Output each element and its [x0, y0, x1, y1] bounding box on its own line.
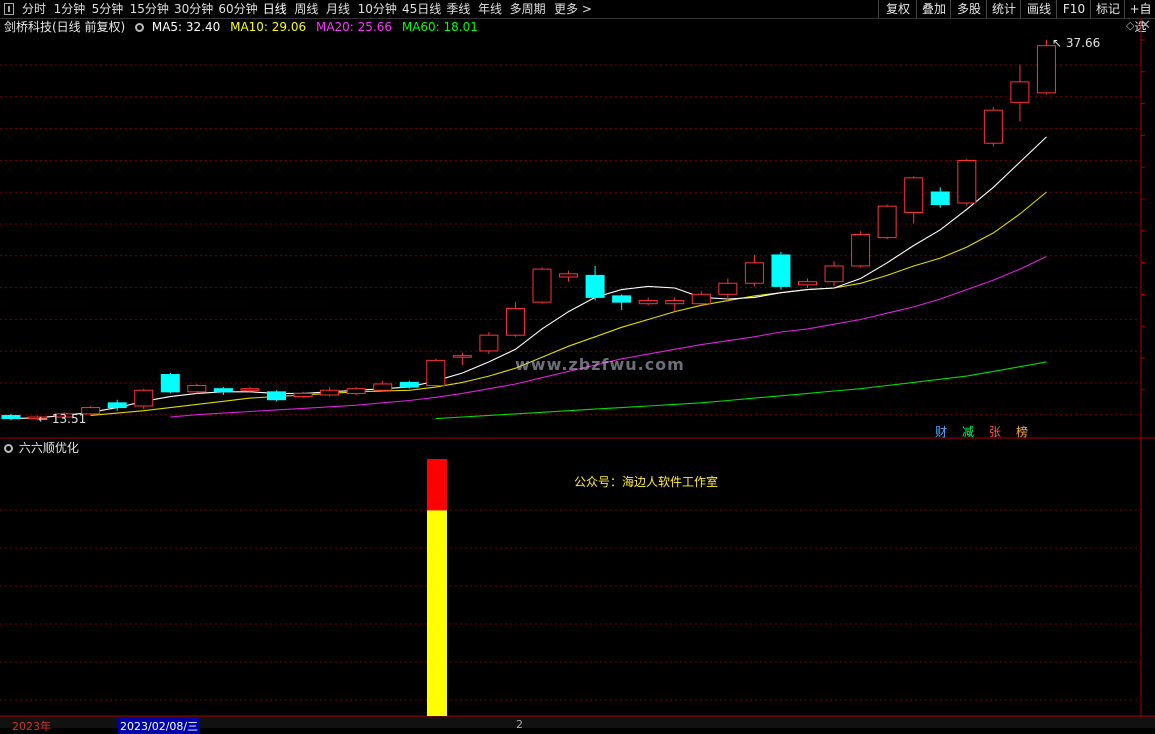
candle-7 [187, 385, 207, 393]
watermark: www.zbzfwu.com [515, 355, 685, 374]
footer-marker: 2 [516, 718, 523, 731]
candle-36 [957, 160, 977, 204]
candle-11 [293, 392, 313, 398]
badge-1[interactable]: 减 [962, 423, 974, 440]
candle-17 [452, 355, 472, 358]
candle-34 [904, 177, 924, 213]
indicator-bar-yellow [427, 510, 447, 716]
low-arrow-icon: ← [38, 412, 49, 426]
candle-38 [1010, 81, 1030, 103]
candle-5 [134, 389, 154, 407]
indicator-bar-red [427, 459, 447, 511]
high-price-label: ↖ 37.66 [1052, 36, 1101, 50]
candle-29 [771, 254, 791, 287]
candle-31 [824, 265, 844, 283]
indicator-name: 六六顺优化 [18, 441, 79, 455]
candle-32 [851, 233, 871, 267]
candle-6 [160, 374, 180, 393]
high-arrow-icon: ↖ [1052, 36, 1063, 50]
indicator-header: 六六顺优化 [4, 440, 79, 456]
candle-0 [1, 414, 21, 420]
candle-18 [479, 334, 499, 352]
candle-12 [320, 389, 340, 396]
low-price-label: ← 13.51 [38, 412, 87, 426]
year-label: 2023年 [12, 720, 51, 733]
candle-39 [1036, 45, 1056, 94]
candle-27 [718, 282, 738, 295]
candle-15 [399, 381, 419, 388]
candle-22 [585, 274, 605, 298]
indicator-settings-icon[interactable] [4, 444, 13, 453]
candle-28 [744, 262, 764, 284]
badge-0[interactable]: 财 [935, 423, 947, 440]
candle-4 [107, 402, 127, 409]
candle-25 [665, 300, 685, 305]
candle-13 [346, 388, 366, 394]
candle-37 [983, 109, 1003, 144]
candle-26 [691, 293, 711, 305]
badge-3[interactable]: 榜 [1016, 423, 1028, 440]
candle-10 [267, 391, 286, 401]
candle-30 [798, 281, 817, 286]
candle-35 [930, 191, 950, 206]
candle-16 [426, 359, 446, 387]
candle-21 [559, 273, 579, 278]
date-cursor-label: 2023/02/08/三 [118, 718, 201, 734]
badge-2[interactable]: 张 [989, 423, 1001, 440]
candle-9 [240, 388, 260, 391]
candle-19 [505, 307, 525, 336]
indicator-note: 公众号：海边人软件工作室 [574, 475, 719, 489]
candle-14 [373, 383, 393, 391]
candle-33 [877, 205, 897, 239]
candle-20 [532, 268, 552, 303]
candle-24 [638, 300, 658, 305]
ma10-line [90, 191, 1047, 416]
candle-8 [213, 388, 233, 393]
candle-23 [612, 295, 632, 303]
